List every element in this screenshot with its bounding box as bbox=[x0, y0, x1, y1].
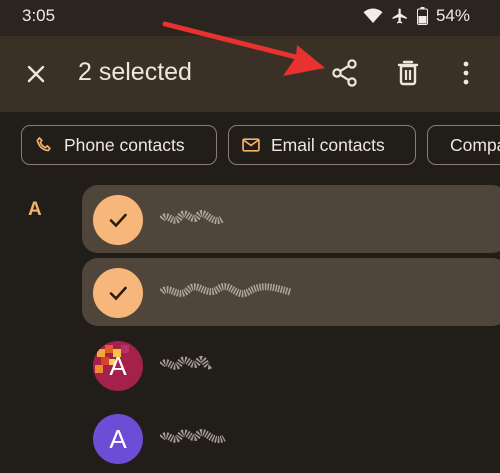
chip-email-contacts[interactable]: Email contacts bbox=[228, 125, 416, 165]
contact-avatar: A bbox=[93, 414, 143, 464]
filter-chip-row: Phone contacts Email contacts Company bbox=[0, 112, 500, 176]
contact-avatar: A bbox=[93, 341, 143, 391]
wifi-icon bbox=[363, 8, 383, 23]
selection-app-bar: 2 selected bbox=[0, 36, 500, 112]
phone-icon bbox=[36, 137, 51, 152]
status-icons: 54% bbox=[363, 6, 470, 26]
redacted-name bbox=[160, 429, 226, 444]
chip-company[interactable]: Company bbox=[427, 125, 500, 165]
selection-count-title: 2 selected bbox=[78, 58, 192, 86]
chip-label: Phone contacts bbox=[64, 134, 185, 155]
more-vert-icon[interactable] bbox=[454, 58, 478, 88]
chip-phone-contacts[interactable]: Phone contacts bbox=[21, 125, 217, 165]
contact-row[interactable]: A bbox=[82, 404, 500, 472]
airplane-icon bbox=[392, 8, 407, 24]
selected-avatar bbox=[93, 195, 143, 245]
share-icon[interactable] bbox=[328, 56, 362, 90]
status-time: 3:05 bbox=[22, 6, 56, 25]
battery-icon bbox=[416, 7, 428, 25]
avatar-letter: A bbox=[109, 350, 127, 381]
section-header-letter: A bbox=[28, 199, 42, 220]
selected-avatar bbox=[93, 268, 143, 318]
contact-row-selected[interactable] bbox=[82, 185, 500, 253]
battery-level: 54% bbox=[435, 6, 470, 25]
redacted-name bbox=[160, 283, 292, 298]
contact-row[interactable]: A bbox=[82, 331, 500, 399]
check-icon bbox=[109, 213, 127, 228]
chip-label: Email contacts bbox=[271, 134, 385, 155]
redacted-name bbox=[160, 355, 212, 370]
status-bar: 3:05 54% bbox=[0, 0, 500, 36]
close-icon[interactable] bbox=[22, 60, 50, 88]
check-icon bbox=[109, 286, 127, 301]
redacted-name bbox=[160, 210, 224, 224]
delete-icon[interactable] bbox=[391, 56, 425, 90]
avatar-letter: A bbox=[109, 423, 127, 454]
contact-row-selected[interactable] bbox=[82, 258, 500, 326]
email-icon bbox=[242, 138, 260, 152]
chip-label: Company bbox=[450, 134, 500, 155]
